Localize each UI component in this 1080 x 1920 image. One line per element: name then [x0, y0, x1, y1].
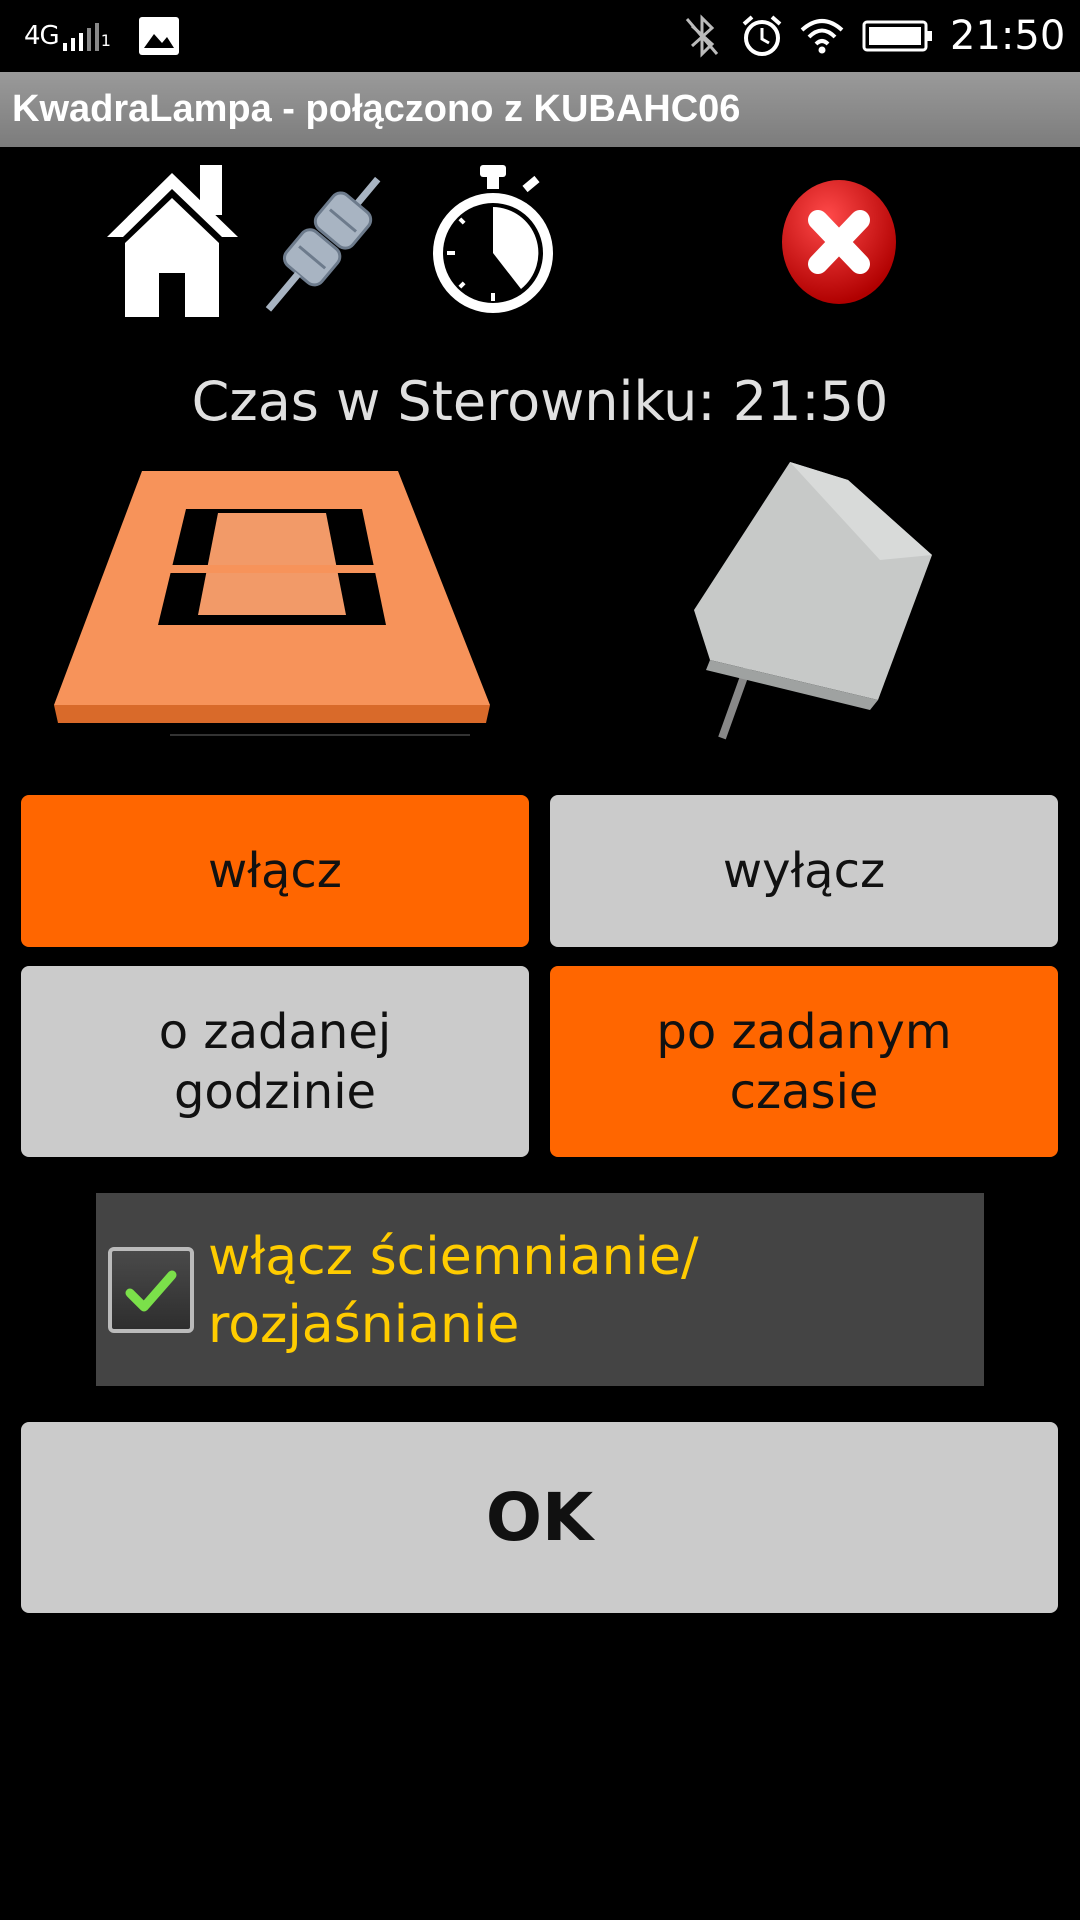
- battery-icon: [862, 0, 934, 72]
- bluetooth-icon: [682, 0, 722, 72]
- after-time-button[interactable]: po zadanym czasie: [550, 966, 1058, 1157]
- dimming-label: włącz ściemnianie/ rozjaśnianie: [208, 1227, 699, 1355]
- after-time-label: po zadanym czasie: [656, 1003, 952, 1120]
- app-screen: 4G 1 21:50 KwadraLampa - połączono z KUB…: [0, 0, 1080, 1920]
- lamp-frame-image: [50, 465, 500, 740]
- network-indicator: 4G 1: [24, 0, 111, 72]
- timer-icon[interactable]: [425, 165, 560, 320]
- title-bar: KwadraLampa - połączono z KUBAHC06: [0, 72, 1080, 147]
- close-icon[interactable]: [780, 178, 898, 306]
- home-icon[interactable]: [105, 165, 240, 320]
- status-bar: 4G 1 21:50: [0, 0, 1080, 72]
- checkmark-icon: [125, 1270, 177, 1312]
- off-button[interactable]: wyłącz: [550, 795, 1058, 947]
- gallery-icon: [138, 0, 180, 72]
- dimming-option[interactable]: włącz ściemnianie/ rozjaśnianie: [96, 1193, 984, 1386]
- plug-icon[interactable]: [260, 170, 390, 315]
- signal-icon: [62, 21, 99, 51]
- alarm-icon: [740, 0, 784, 72]
- network-type: 4G: [24, 21, 60, 51]
- ok-button[interactable]: OK: [21, 1422, 1058, 1613]
- sim-slot: 1: [100, 31, 111, 50]
- on-button[interactable]: włącz: [21, 795, 529, 947]
- dimming-checkbox[interactable]: [108, 1247, 194, 1333]
- app-title: KwadraLampa - połączono z KUBAHC06: [12, 88, 741, 130]
- wifi-icon: [798, 0, 846, 72]
- at-time-label: o zadanej godzinie: [158, 1003, 392, 1120]
- status-time: 21:50: [950, 13, 1066, 59]
- at-time-button[interactable]: o zadanej godzinie: [21, 966, 529, 1157]
- controller-time-label: Czas w Sterowniku: 21:50: [191, 370, 889, 433]
- lamp-head-image: [680, 460, 940, 740]
